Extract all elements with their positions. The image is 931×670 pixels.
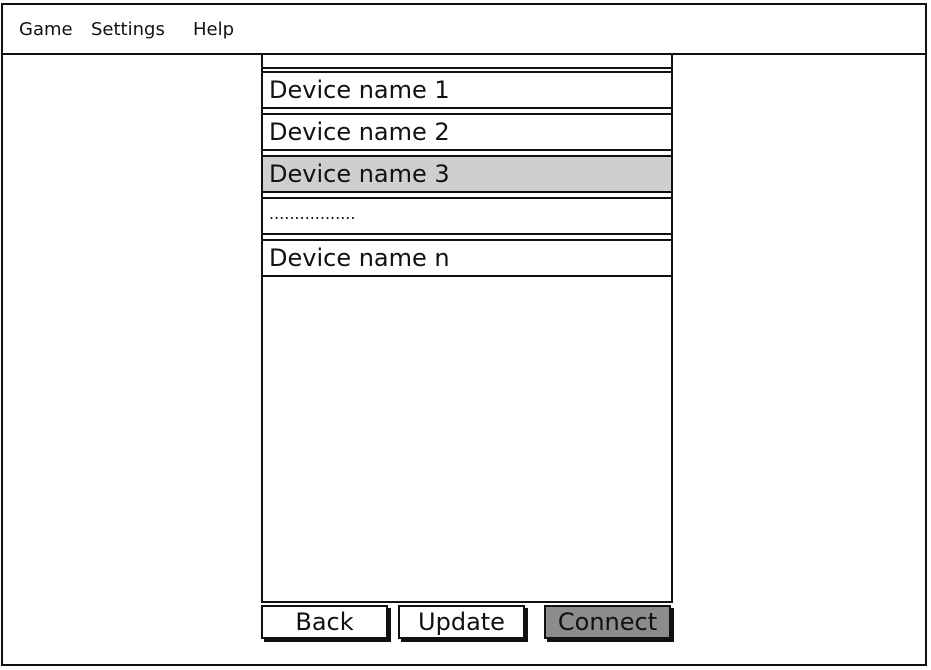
menu-bar: Game Settings Help — [3, 5, 925, 55]
device-list[interactable]: Device name 1 Device name 2 Device name … — [261, 53, 673, 603]
device-list-item-selected[interactable]: Device name 3 — [263, 155, 671, 193]
menu-settings[interactable]: Settings — [91, 19, 165, 41]
connect-button[interactable]: Connect — [544, 605, 671, 639]
menu-help[interactable]: Help — [193, 19, 234, 41]
device-list-item[interactable]: Device name 1 — [263, 71, 671, 109]
back-button[interactable]: Back — [261, 605, 388, 639]
device-list-item[interactable]: Device name n — [263, 239, 671, 277]
device-list-item[interactable]: Device name 2 — [263, 113, 671, 151]
list-top-sliver — [263, 55, 671, 69]
device-list-ellipsis: ................. — [263, 197, 671, 235]
update-button[interactable]: Update — [398, 605, 525, 639]
menu-game[interactable]: Game — [19, 19, 73, 41]
